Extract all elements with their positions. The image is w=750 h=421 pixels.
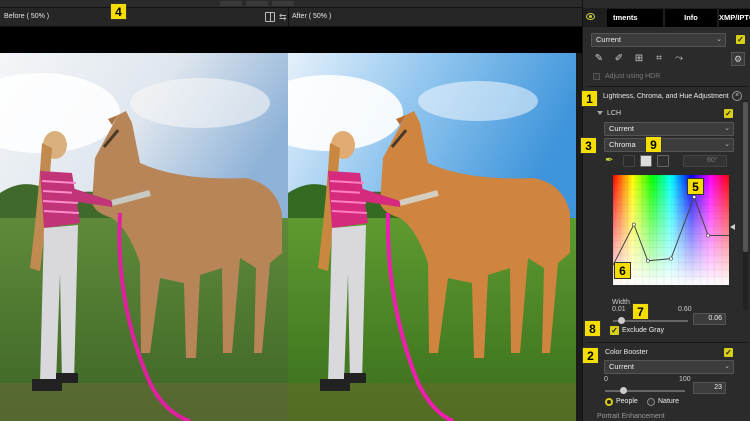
color-booster-preset-value: Current [609, 362, 635, 371]
straighten-icon[interactable]: ⤳ [673, 53, 685, 65]
width-min-label: 0.01 [612, 306, 626, 313]
hdr-checkbox[interactable] [593, 73, 600, 80]
toolbar-segment[interactable] [220, 1, 242, 6]
curve-control-point[interactable] [706, 233, 711, 238]
before-image[interactable] [0, 53, 288, 421]
color-booster-value-field[interactable]: 23 [693, 382, 726, 394]
retouch-icon[interactable]: ✐ [613, 53, 625, 65]
callout-badge: 6 [614, 262, 631, 279]
divider [587, 86, 749, 87]
tab-xmp-iptc[interactable]: XMP/IPTC [719, 9, 750, 27]
width-value-field[interactable]: 0.06 [693, 313, 726, 325]
curve-control-point[interactable] [645, 258, 650, 263]
lch-enable-checkbox[interactable]: ✓ [724, 109, 733, 118]
width-slider-knob[interactable] [617, 317, 625, 324]
nature-label: Nature [658, 398, 680, 405]
top-toolbar [0, 0, 582, 8]
chevron-down-icon: ⌄ [724, 125, 730, 132]
color-booster-title: Color Booster [605, 349, 648, 356]
adjustment-preset-select[interactable]: Current ⌄ [591, 33, 726, 47]
callout-badge: 2 [582, 347, 599, 364]
curve-control-point[interactable] [631, 222, 636, 227]
hdr-label: Adjust using HDR [605, 73, 661, 80]
color-booster-preset-select[interactable]: Current ⌄ [604, 360, 734, 374]
width-max-label: 0.60 [678, 306, 692, 313]
color-booster-min-label: 0 [604, 376, 608, 383]
people-label: People [616, 398, 638, 405]
curve-mode-icon[interactable] [640, 155, 652, 167]
eyedropper-icon[interactable]: ✒ [605, 155, 613, 166]
people-radio[interactable] [605, 398, 613, 406]
toolbar-segment[interactable] [272, 1, 294, 6]
tab-adjustments[interactable]: tments [607, 9, 663, 27]
callout-badge: 1 [581, 90, 598, 107]
split-view-icon[interactable] [265, 12, 275, 22]
hue-angle-field[interactable]: 60° [683, 155, 727, 167]
viewer-background [0, 27, 582, 53]
lch-preset-value: Current [609, 124, 635, 133]
brush-mode-icon[interactable] [657, 155, 669, 167]
color-booster-max-label: 100 [679, 376, 691, 383]
collapse-triangle-icon[interactable] [597, 111, 603, 115]
curve-pointer-icon [730, 224, 735, 230]
lch-preset-select[interactable]: Current ⌄ [604, 122, 734, 136]
exclude-gray-checkbox[interactable]: ✓ [610, 326, 619, 335]
before-label: Before ( 50% ) [4, 13, 50, 20]
adjustment-panel: tments Info XMP/IPTC Current ⌄ ✓ ✎ ✐ ⊞ ⌗… [582, 0, 750, 421]
tool-row: ✎ ✐ ⊞ ⌗ ⤳ [591, 53, 711, 67]
callout-badge: 8 [584, 320, 601, 337]
after-image[interactable] [288, 53, 576, 421]
color-booster-slider-track[interactable] [605, 390, 685, 392]
panel-tabs: tments Info XMP/IPTC [583, 8, 750, 27]
viewer-divider [288, 8, 289, 27]
chevron-down-icon: ⌄ [716, 36, 722, 43]
callout-badge: 7 [632, 303, 649, 320]
panel-scrollbar-thumb[interactable] [743, 102, 748, 252]
toolbar-segment[interactable] [246, 1, 268, 6]
brush-icon[interactable]: ✎ [593, 53, 605, 65]
callout-badge: 4 [110, 3, 127, 20]
tab-info[interactable]: Info [665, 9, 717, 27]
width-label: Width [612, 299, 630, 306]
callout-badge: 9 [645, 136, 662, 153]
levels-icon[interactable]: ⊞ [633, 53, 645, 65]
lch-picker-row: ✒ 60° [603, 155, 743, 169]
nature-radio[interactable] [647, 398, 655, 406]
contrast-icon[interactable] [623, 155, 635, 167]
after-label: After ( 50% ) [292, 13, 332, 20]
adjustment-preset-value: Current [596, 35, 622, 44]
divider [587, 342, 749, 343]
close-icon[interactable]: × [732, 91, 742, 101]
lch-mode-select[interactable]: Chroma ⌄ [604, 138, 734, 152]
swap-icon[interactable]: ⇆ [279, 12, 287, 22]
curve-control-point[interactable] [669, 256, 673, 261]
color-booster-enable-checkbox[interactable]: ✓ [724, 348, 733, 357]
gear-icon[interactable]: ⚙ [731, 52, 745, 66]
color-booster-slider-knob[interactable] [620, 387, 628, 394]
exclude-gray-label: Exclude Gray [622, 327, 665, 334]
lch-section-title: Lightness, Chroma, and Hue Adjustment [603, 93, 729, 100]
viewer-header: Before ( 50% ) ⇆ After ( 50% ) [0, 8, 582, 27]
eye-icon[interactable] [586, 13, 595, 20]
callout-badge: 5 [687, 178, 704, 195]
chevron-down-icon: ⌄ [724, 141, 730, 148]
lch-sub-label: LCH [607, 110, 622, 117]
callout-badge: 3 [580, 137, 597, 154]
lch-mode-value: Chroma [609, 140, 636, 149]
portrait-enhancement-label[interactable]: Portrait Enhancement [597, 413, 665, 420]
crop-icon[interactable]: ⌗ [653, 53, 665, 65]
chevron-down-icon: ⌄ [724, 363, 730, 370]
adjustment-enable-checkbox[interactable]: ✓ [736, 35, 745, 44]
